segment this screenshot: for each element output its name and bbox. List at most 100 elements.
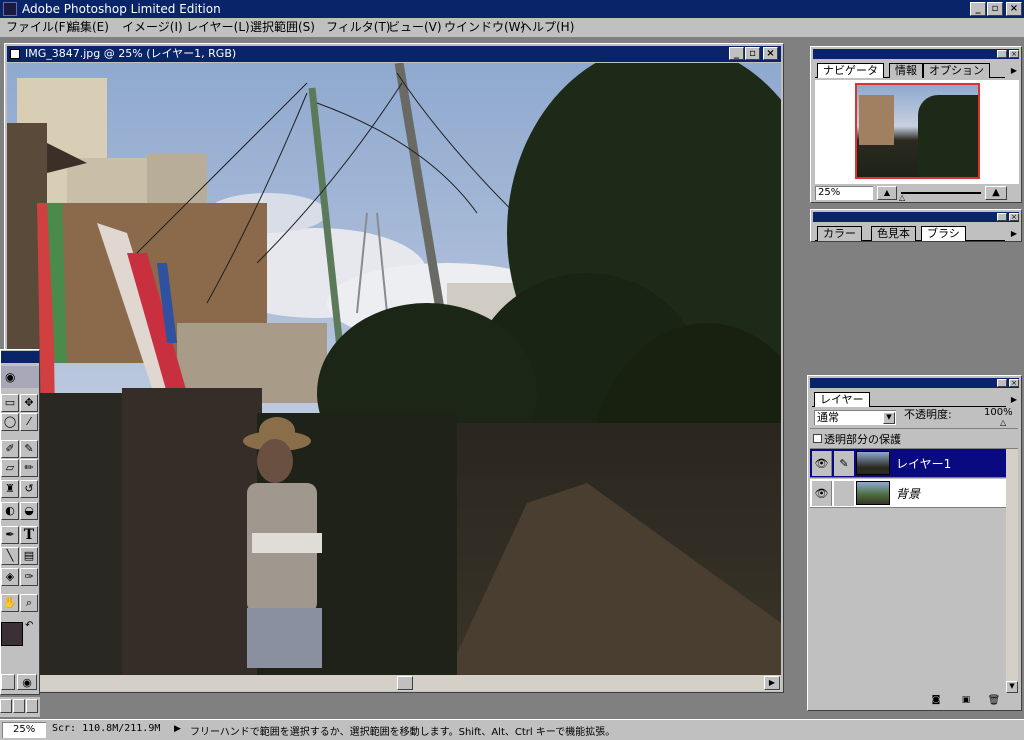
lasso-tool-icon[interactable]: ◯: [1, 413, 19, 431]
minimize-button[interactable]: _: [970, 2, 986, 16]
magic-wand-tool-icon[interactable]: ⁄: [20, 413, 38, 431]
navigator-thumb-buildings: [859, 95, 894, 145]
paintbrush-tool-icon[interactable]: ✎: [20, 440, 38, 458]
marquee-tool-icon[interactable]: ▭: [1, 394, 19, 412]
tab-info[interactable]: 情報: [889, 63, 923, 78]
opacity-label: 不透明度:: [904, 408, 952, 421]
horizontal-scrollbar[interactable]: ▶: [7, 675, 781, 691]
layers-vertical-scrollbar[interactable]: ▼: [1006, 449, 1018, 693]
airbrush-tool-icon[interactable]: ✐: [1, 440, 19, 458]
menu-filter[interactable]: フィルタ(T): [326, 18, 390, 36]
scroll-down-arrow-icon[interactable]: ▼: [1006, 681, 1018, 693]
layer-mask-icon[interactable]: ◙: [928, 694, 944, 707]
zoom-tool-icon[interactable]: ⌕: [20, 594, 38, 612]
zoom-in-mountain-icon[interactable]: ▲: [985, 186, 1007, 200]
layers-minimize-button[interactable]: [997, 379, 1007, 387]
opacity-value[interactable]: 100%: [984, 407, 1013, 418]
foreground-color-swatch[interactable]: [1, 622, 23, 646]
document-icon: [10, 49, 20, 59]
navigator-minimize-button[interactable]: [997, 50, 1007, 58]
tab-color[interactable]: カラー: [817, 226, 862, 241]
preserve-transparency-checkbox[interactable]: [813, 434, 822, 443]
tab-layers[interactable]: レイヤー: [814, 392, 870, 407]
doc-maximize-button[interactable]: ▫: [745, 47, 760, 60]
status-zoom-field[interactable]: 25%: [2, 722, 46, 738]
document-window: IMG_3847.jpg @ 25% (レイヤー1, RGB) _ ▫ × ▶: [4, 43, 784, 693]
close-button[interactable]: ×: [1006, 2, 1022, 16]
navigator-zoom-thumb[interactable]: △: [899, 194, 905, 202]
color-menu-arrow-icon[interactable]: ▶: [1008, 227, 1020, 241]
toolbox-title-bar: [1, 351, 39, 363]
pen-tool-icon[interactable]: ✒: [1, 526, 19, 544]
gradient-tool-icon[interactable]: ▤: [20, 547, 38, 565]
layers-title-bar: ×: [810, 378, 1019, 388]
tab-navigator[interactable]: ナビゲータ: [817, 63, 884, 78]
layers-close-button[interactable]: ×: [1009, 379, 1019, 387]
menu-select[interactable]: 選択範囲(S): [250, 18, 315, 36]
navigator-zoom-slider[interactable]: [901, 192, 981, 194]
menu-file[interactable]: ファイル(F): [6, 18, 70, 36]
layers-tab-strip: レイヤー: [812, 391, 1006, 407]
paint-bucket-tool-icon[interactable]: ◈: [1, 568, 19, 586]
paintbrush-icon[interactable]: ✎: [834, 451, 854, 476]
status-bar: 25% Scr: 110.8M/211.9M ▶ フリーハンドで範囲を選択するか…: [0, 719, 1024, 740]
color-minimize-button[interactable]: [997, 213, 1007, 221]
eraser-tool-icon[interactable]: ▱: [1, 459, 19, 477]
hand-tool-icon[interactable]: ✋: [1, 594, 19, 612]
layer-row-layer1[interactable]: 👁 ✎ レイヤー1: [810, 449, 1006, 478]
new-layer-icon[interactable]: ▣: [958, 694, 974, 707]
move-tool-icon[interactable]: ✥: [20, 394, 38, 412]
swap-colors-icon[interactable]: ↶: [25, 620, 33, 631]
image-canvas[interactable]: [7, 63, 781, 675]
navigator-preview[interactable]: [815, 80, 1019, 184]
link-slot[interactable]: [834, 481, 854, 506]
color-title-bar: ×: [813, 212, 1019, 222]
scroll-thumb[interactable]: [397, 676, 413, 690]
scroll-right-arrow-icon[interactable]: ▶: [764, 676, 780, 690]
eye-icon[interactable]: 👁: [812, 451, 832, 476]
eye-icon[interactable]: 👁: [812, 481, 832, 506]
history-brush-tool-icon[interactable]: ↺: [20, 480, 38, 498]
status-arrow-icon[interactable]: ▶: [174, 724, 181, 734]
menu-help[interactable]: ヘルプ(H): [520, 18, 574, 36]
layers-menu-arrow-icon[interactable]: ▶: [1008, 393, 1020, 407]
menu-window[interactable]: ウインドウ(W): [444, 18, 525, 36]
menu-layer[interactable]: レイヤー(L): [186, 18, 250, 36]
stamp-tool-icon[interactable]: ♜: [1, 480, 19, 498]
blur-tool-icon[interactable]: ◐: [1, 502, 19, 520]
dodge-tool-icon[interactable]: ◒: [20, 502, 38, 520]
pencil-tool-icon[interactable]: ✏: [20, 459, 38, 477]
menu-image[interactable]: イメージ(I): [122, 18, 183, 36]
blend-mode-select[interactable]: 通常 ▼: [814, 410, 896, 425]
layer-row-background[interactable]: 👁 背景: [810, 479, 1006, 508]
trash-icon[interactable]: 🗑: [986, 694, 1002, 707]
photo-scene: [7, 63, 781, 675]
measure-tool-icon[interactable]: ╲: [1, 547, 19, 565]
menu-edit[interactable]: 編集(E): [68, 18, 109, 36]
screen-mode-full-menu-icon[interactable]: [13, 699, 25, 713]
navigator-thumb-trees: [918, 95, 978, 177]
menu-view[interactable]: ビュー(V): [388, 18, 442, 36]
color-close-button[interactable]: ×: [1009, 213, 1019, 221]
opacity-slider-icon[interactable]: △: [1000, 418, 1006, 427]
tab-swatches[interactable]: 色見本: [871, 226, 916, 241]
navigator-menu-arrow-icon[interactable]: ▶: [1008, 64, 1020, 78]
tab-options[interactable]: オプション: [923, 63, 990, 78]
chevron-down-icon[interactable]: ▼: [883, 412, 895, 424]
quick-mask-mode-icon[interactable]: ◉: [17, 674, 37, 690]
standard-mode-icon[interactable]: [1, 674, 15, 690]
navigator-zoom-field[interactable]: 25%: [815, 186, 873, 200]
zoom-out-mountain-icon[interactable]: ▲: [877, 186, 897, 200]
screen-mode-standard-icon[interactable]: [0, 699, 12, 713]
app-icon[interactable]: [3, 2, 17, 16]
tab-brushes[interactable]: ブラシ: [921, 226, 966, 241]
doc-minimize-button[interactable]: _: [729, 47, 744, 60]
doc-close-button[interactable]: ×: [763, 47, 778, 60]
screen-mode-full-icon[interactable]: [26, 699, 38, 713]
navigator-close-button[interactable]: ×: [1009, 50, 1019, 58]
type-tool-icon[interactable]: T: [20, 526, 38, 544]
navigator-tab-strip: ナビゲータ 情報 オプション: [815, 62, 1005, 78]
maximize-button[interactable]: ▫: [987, 2, 1003, 16]
eyedropper-tool-icon[interactable]: ✑: [20, 568, 38, 586]
layer-name: 背景: [896, 487, 921, 501]
